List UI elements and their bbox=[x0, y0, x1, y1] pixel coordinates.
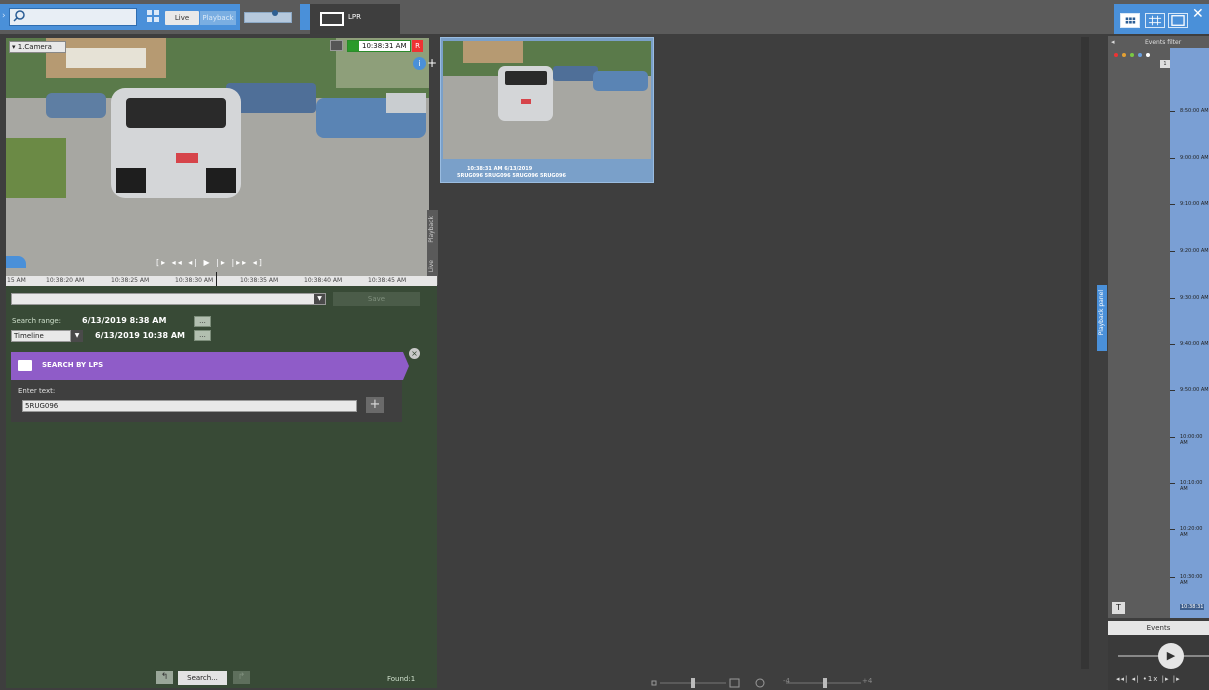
text-events-button[interactable]: T bbox=[1112, 602, 1125, 614]
layout-icon bbox=[320, 12, 344, 26]
tools-icon[interactable]: ✕ bbox=[1192, 4, 1209, 24]
tile-view-icon[interactable] bbox=[1120, 13, 1140, 28]
timeline-label: 10:38:45 AM bbox=[368, 277, 407, 284]
timeline-label: 15 AM bbox=[7, 277, 26, 284]
plate-text-input[interactable]: 5RUG096 bbox=[22, 400, 357, 412]
timeline-label: 10:38:20 AM bbox=[46, 277, 85, 284]
tab-events[interactable]: Events bbox=[1108, 621, 1209, 635]
save-button[interactable]: Save bbox=[333, 292, 420, 306]
search-form-panel bbox=[6, 286, 437, 688]
camera-size-slider[interactable] bbox=[244, 12, 292, 23]
tab-live[interactable]: Live bbox=[428, 260, 435, 272]
close-icon[interactable]: × bbox=[409, 348, 420, 359]
info-icon[interactable]: i bbox=[413, 57, 426, 70]
zoom-corner-icon[interactable] bbox=[6, 256, 26, 268]
range-from-value: 6/13/2019 8:38 AM bbox=[82, 316, 167, 325]
recording-badge: R bbox=[412, 40, 423, 52]
events-filter-label[interactable]: Events filter bbox=[1145, 39, 1181, 46]
tick-mark bbox=[1170, 251, 1175, 252]
tick-label: 9:40:00 AM bbox=[1180, 341, 1209, 347]
live-button[interactable]: Live bbox=[165, 11, 199, 25]
play-button[interactable]: ▶ bbox=[1158, 643, 1184, 669]
event-marker[interactable]: 1 bbox=[1160, 60, 1170, 68]
timeline-label: 10:38:30 AM bbox=[175, 277, 214, 284]
slider-knob[interactable] bbox=[272, 10, 278, 16]
camera-playback-controls[interactable]: [▸ ◂◂ ◂| ▶ |▸ |▸▸ ◂] bbox=[156, 258, 264, 267]
event-dot[interactable] bbox=[1114, 53, 1118, 57]
chevron-down-icon[interactable]: ▼ bbox=[71, 330, 83, 342]
tick-label: 9:10:00 AM bbox=[1180, 201, 1209, 207]
result-time: 10:38:31 AM 6/13/2019 bbox=[467, 166, 533, 172]
add-condition-button[interactable]: + bbox=[366, 397, 384, 413]
vertical-scrollbar[interactable] bbox=[1081, 37, 1089, 669]
tick-mark bbox=[1170, 111, 1175, 112]
tick-label: 9:00:00 AM bbox=[1180, 155, 1209, 161]
playback-panel-label: Playback panel bbox=[1098, 290, 1105, 336]
event-dot[interactable] bbox=[1146, 53, 1150, 57]
search-icon bbox=[13, 10, 25, 22]
lps-search-title: SEARCH BY LPS bbox=[42, 361, 104, 369]
timeline-label: 10:38:40 AM bbox=[304, 277, 343, 284]
tick-mark bbox=[1170, 577, 1175, 578]
event-dot[interactable] bbox=[1138, 53, 1142, 57]
tick-mark bbox=[1170, 483, 1175, 484]
found-count: Found:1 bbox=[387, 675, 416, 683]
chevron-down-icon[interactable]: ▼ bbox=[314, 294, 325, 304]
search-input[interactable] bbox=[9, 8, 137, 26]
tick-mark bbox=[1170, 437, 1175, 438]
expand-arrow-icon[interactable]: › bbox=[2, 11, 6, 21]
tick-label: 9:30:00 AM bbox=[1180, 295, 1209, 301]
grid-view-icon[interactable] bbox=[1145, 13, 1165, 28]
tick-mark bbox=[1170, 158, 1175, 159]
single-view-icon[interactable] bbox=[1168, 13, 1188, 28]
tick-label: 10:30:00 AM bbox=[1180, 574, 1203, 586]
result-thumbnail-image bbox=[443, 41, 651, 159]
tick-mark bbox=[1170, 529, 1175, 530]
tick-label: 8:50:00 AM bbox=[1180, 108, 1209, 114]
zoom-plus-label: +4 bbox=[862, 677, 873, 685]
camera-name-label[interactable]: ▾ 1.Camera bbox=[9, 41, 66, 53]
range-from-picker-button[interactable]: ... bbox=[194, 316, 211, 327]
timeline-label: 10:38:25 AM bbox=[111, 277, 150, 284]
tick-label: 10:00:00 AM bbox=[1180, 434, 1203, 446]
tick-mark bbox=[1170, 204, 1175, 205]
range-to-picker-button[interactable]: ... bbox=[194, 330, 211, 341]
add-icon[interactable]: + bbox=[427, 56, 437, 70]
tick-label: 9:50:00 AM bbox=[1180, 387, 1209, 393]
tick-label: 9:20:00 AM bbox=[1180, 248, 1209, 254]
timeline-label: 10:38:35 AM bbox=[240, 277, 279, 284]
tick-label: 10:20:00 AM bbox=[1180, 526, 1203, 538]
result-plate: 5RUG096 5RUG096 5RUG096 5RUG096 bbox=[457, 173, 566, 179]
speaker-icon[interactable]: ◂ bbox=[1111, 38, 1115, 46]
range-to-value: 6/13/2019 10:38 AM bbox=[95, 331, 185, 340]
event-dot[interactable] bbox=[1130, 53, 1134, 57]
pause-icon[interactable] bbox=[348, 41, 359, 51]
range-type-select[interactable]: Timeline bbox=[11, 330, 71, 342]
saved-query-select[interactable] bbox=[11, 293, 326, 305]
layout-tab-label: LPR bbox=[348, 13, 361, 21]
playback-step-controls[interactable]: ◂◂| ◂| •1x |▸ |▸ bbox=[1116, 675, 1181, 683]
current-time-marker[interactable]: 10:38:31 bbox=[1180, 604, 1205, 610]
search-button[interactable]: Search... bbox=[178, 671, 227, 685]
event-dot[interactable] bbox=[1122, 53, 1126, 57]
tick-mark bbox=[1170, 298, 1175, 299]
grid-icon[interactable] bbox=[147, 10, 159, 22]
zoom-minus-label: -4 bbox=[783, 677, 790, 685]
zoom-controls[interactable] bbox=[646, 676, 876, 690]
camera-view[interactable] bbox=[6, 38, 429, 285]
record-icon[interactable] bbox=[330, 40, 343, 51]
search-range-label: Search range: bbox=[12, 317, 61, 325]
tick-mark bbox=[1170, 344, 1175, 345]
tick-mark bbox=[1170, 390, 1175, 391]
tab-playback[interactable]: Playback bbox=[428, 216, 435, 243]
enter-text-label: Enter text: bbox=[18, 387, 56, 395]
message-icon bbox=[18, 360, 32, 371]
forward-button[interactable]: ↱ bbox=[233, 671, 250, 684]
camera-feed-image bbox=[6, 38, 429, 285]
tick-label: 10:10:00 AM bbox=[1180, 480, 1203, 492]
back-button[interactable]: ↰ bbox=[156, 671, 173, 684]
playback-button[interactable]: Playback bbox=[200, 11, 236, 25]
layout-separator bbox=[300, 4, 310, 30]
